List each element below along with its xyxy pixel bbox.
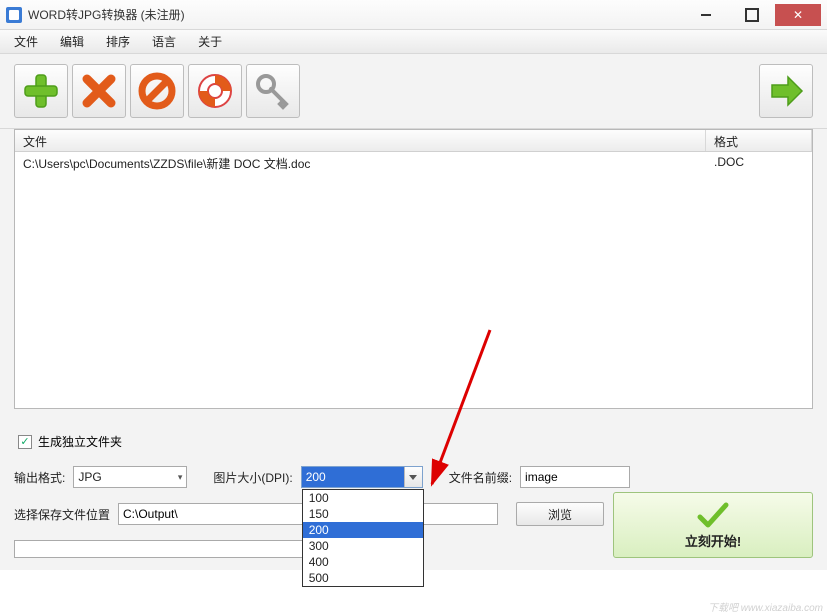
dpi-option[interactable]: 150: [303, 506, 423, 522]
prefix-label: 文件名前缀:: [449, 469, 512, 486]
table-row[interactable]: C:\Users\pc\Documents\ZZDS\file\新建 DOC 文…: [15, 152, 812, 175]
x-icon: [79, 71, 119, 111]
menubar: 文件 编辑 排序 语言 关于: [0, 30, 827, 54]
minimize-button[interactable]: [683, 4, 729, 26]
check-icon: ✓: [18, 435, 32, 449]
cell-format: .DOC: [706, 152, 812, 175]
dpi-select[interactable]: 200 100 150 200 300 400 500: [301, 466, 423, 488]
menu-language[interactable]: 语言: [152, 33, 176, 50]
app-icon: [6, 7, 22, 23]
menu-file[interactable]: 文件: [14, 33, 38, 50]
arrow-right-icon: [766, 71, 806, 111]
dpi-option[interactable]: 100: [303, 490, 423, 506]
menu-edit[interactable]: 编辑: [60, 33, 84, 50]
start-label: 立刻开始!: [685, 531, 741, 550]
menu-about[interactable]: 关于: [198, 33, 222, 50]
col-format[interactable]: 格式: [706, 130, 812, 151]
plus-icon: [21, 71, 61, 111]
dpi-label: 图片大小(DPI):: [213, 469, 292, 486]
chevron-down-icon: ▾: [178, 472, 183, 483]
titlebar: WORD转JPG转换器 (未注册): [0, 0, 827, 30]
no-entry-icon: [137, 71, 177, 111]
register-button[interactable]: [246, 64, 300, 118]
window-title: WORD转JPG转换器 (未注册): [28, 6, 185, 23]
window-controls: [683, 4, 821, 26]
toolbar: [0, 54, 827, 129]
filelist[interactable]: 文件 格式 C:\Users\pc\Documents\ZZDS\file\新建…: [14, 129, 813, 409]
prefix-input[interactable]: [520, 466, 630, 488]
dpi-option[interactable]: 200: [303, 522, 423, 538]
dpi-option[interactable]: 300: [303, 538, 423, 554]
key-icon: [253, 71, 293, 111]
dpi-option[interactable]: 500: [303, 570, 423, 586]
filelist-header: 文件 格式: [15, 130, 812, 152]
col-file[interactable]: 文件: [15, 130, 706, 151]
checkmark-icon: [696, 501, 730, 529]
start-arrow-button[interactable]: [759, 64, 813, 118]
dropdown-button-icon[interactable]: [404, 467, 422, 487]
remove-button[interactable]: [72, 64, 126, 118]
separate-folder-label: 生成独立文件夹: [38, 433, 122, 450]
start-button[interactable]: 立刻开始!: [613, 492, 813, 558]
dpi-dropdown: 100 150 200 300 400 500: [302, 489, 424, 587]
save-location-label: 选择保存文件位置: [14, 506, 110, 523]
filelist-panel: 文件 格式 C:\Users\pc\Documents\ZZDS\file\新建…: [0, 129, 827, 421]
close-button[interactable]: [775, 4, 821, 26]
cell-path: C:\Users\pc\Documents\ZZDS\file\新建 DOC 文…: [15, 152, 706, 175]
dpi-value: 200: [302, 467, 404, 487]
clear-button[interactable]: [130, 64, 184, 118]
separate-folder-checkbox[interactable]: ✓ 生成独立文件夹: [18, 433, 813, 450]
maximize-button[interactable]: [729, 4, 775, 26]
add-button[interactable]: [14, 64, 68, 118]
lifebuoy-icon: [195, 71, 235, 111]
options-panel: ✓ 生成独立文件夹 输出格式: JPG ▾ 图片大小(DPI): 200 100…: [0, 421, 827, 570]
watermark: 下载吧 www.xiazaiba.com: [708, 599, 823, 614]
help-button[interactable]: [188, 64, 242, 118]
output-format-select[interactable]: JPG ▾: [73, 466, 187, 488]
output-format-value: JPG: [78, 470, 101, 484]
output-format-label: 输出格式:: [14, 469, 65, 486]
browse-button[interactable]: 浏览: [516, 502, 604, 526]
menu-sort[interactable]: 排序: [106, 33, 130, 50]
progress-bar: [14, 540, 304, 558]
dpi-option[interactable]: 400: [303, 554, 423, 570]
